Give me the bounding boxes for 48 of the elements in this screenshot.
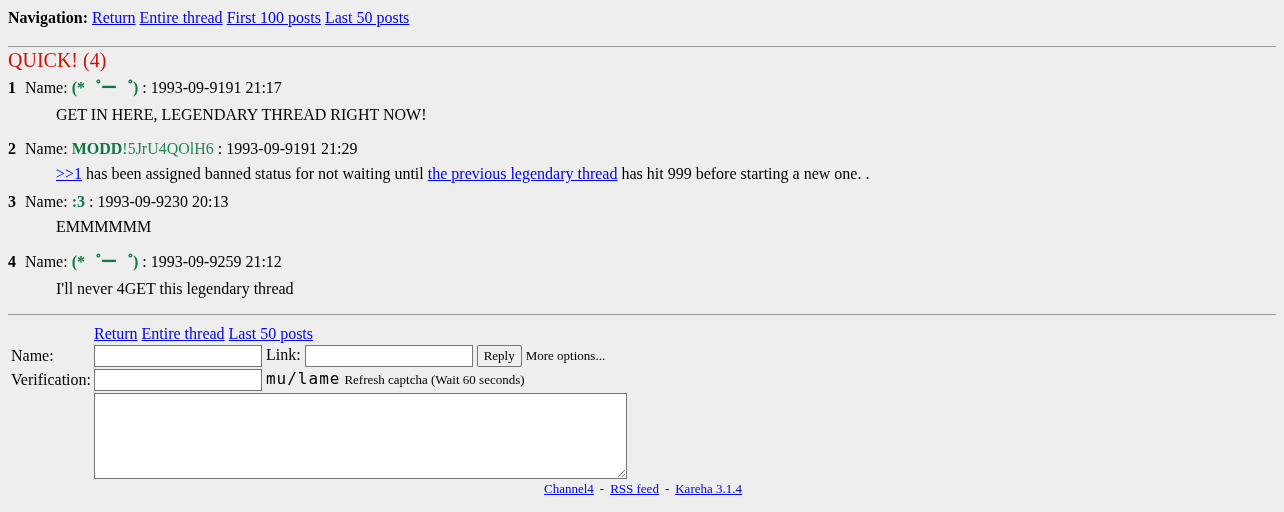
poster-name: (*゜ー゜) xyxy=(71,253,139,270)
name-label: Name: xyxy=(25,253,68,271)
footer-link[interactable]: Kareha 3.1.4 xyxy=(675,481,742,497)
post-body: >>1 has been assigned banned status for not waiting until the previous legendary thread has hit 999 before starting a new one. . xyxy=(56,165,871,185)
name-label: Name: xyxy=(25,79,68,97)
post-number: 4 xyxy=(8,253,16,271)
name-label: Name: xyxy=(25,193,68,211)
name-label: Name: xyxy=(25,140,68,158)
footer-link[interactable]: Channel4 xyxy=(543,481,594,497)
link-label: Link: xyxy=(265,346,301,363)
footer-link[interactable]: RSS feed xyxy=(610,481,659,497)
post-link[interactable]: >>1 xyxy=(56,165,83,182)
navigation-link[interactable]: Return xyxy=(92,9,136,27)
form-link[interactable]: Last 50 posts xyxy=(228,325,314,343)
post-number: 3 xyxy=(8,193,16,211)
navigation-label: Navigation: xyxy=(8,9,88,27)
form-link[interactable]: Return xyxy=(93,325,138,343)
post-body: EMMMMMM xyxy=(56,218,153,237)
separator: - xyxy=(599,481,605,497)
tripcode: !5JrU4QOlH6 xyxy=(122,140,214,157)
post-number: 1 xyxy=(8,79,16,97)
post-date: : 1993-09-9259 21:12 xyxy=(142,253,282,271)
verification-label: Verification: xyxy=(11,370,91,390)
poster-name: (*゜ー゜) xyxy=(71,79,139,96)
post-date: : 1993-09-9191 21:17 xyxy=(142,79,282,97)
post-body: GET IN HERE, LEGENDARY THREAD RIGHT NOW! xyxy=(56,106,428,125)
more-options-link[interactable]: More options... xyxy=(525,348,606,363)
reply-button[interactable]: Reply xyxy=(476,345,522,367)
navigation-link[interactable]: Entire thread xyxy=(139,9,223,27)
link-field[interactable] xyxy=(304,345,473,367)
post-date: : 1993-09-9191 21:29 xyxy=(217,140,358,158)
captcha-text: mu/lame xyxy=(265,369,341,388)
poster-name: :3 xyxy=(71,193,85,210)
form-link[interactable]: Entire thread xyxy=(141,325,225,343)
refresh-captcha-text[interactable]: Refresh captcha (Wait 60 seconds) xyxy=(344,372,525,387)
poster-name: MODD xyxy=(71,140,123,157)
post-link[interactable]: the previous legendary thread xyxy=(427,165,618,182)
thread-title: QUICK! (4) xyxy=(8,49,108,72)
navigation-link[interactable]: First 100 posts xyxy=(226,9,321,27)
separator: - xyxy=(664,481,670,497)
name-label: Name: xyxy=(11,346,55,366)
post-body: I'll never 4GET this legendary thread xyxy=(56,280,295,300)
post-date: : 1993-09-9230 20:13 xyxy=(89,193,229,211)
comment-field[interactable] xyxy=(93,393,627,479)
name-field[interactable] xyxy=(93,345,262,367)
navigation-link[interactable]: Last 50 posts xyxy=(324,9,410,27)
post-number: 2 xyxy=(8,140,16,158)
verification-field[interactable] xyxy=(93,369,262,391)
